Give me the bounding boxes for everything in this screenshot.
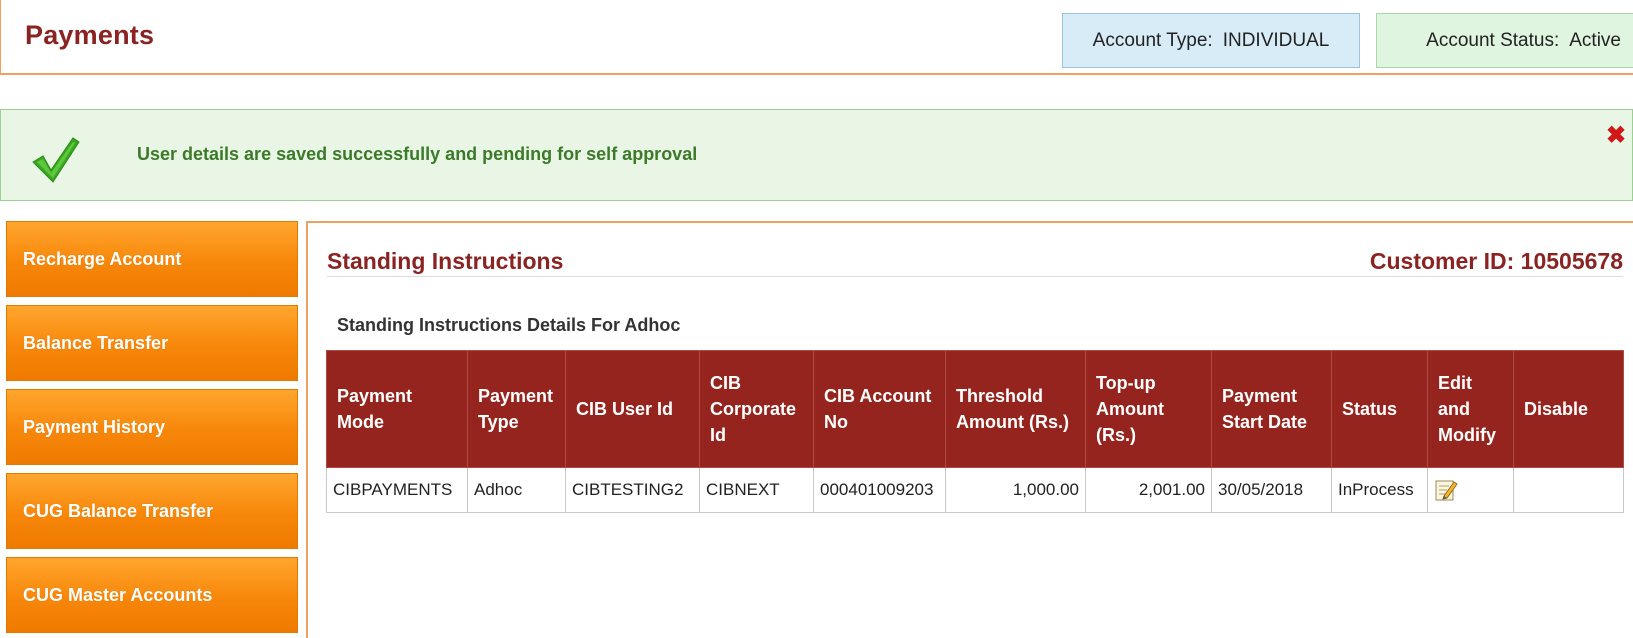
cell-payment-type: Adhoc bbox=[467, 467, 566, 513]
sidebar-item-cug-balance-transfer[interactable]: CUG Balance Transfer bbox=[6, 473, 298, 549]
header-disable: Disable bbox=[1513, 350, 1624, 468]
divider bbox=[327, 276, 1623, 277]
cell-cib-account-no: 000401009203 bbox=[813, 467, 946, 513]
header-payment-type: Payment Type bbox=[467, 350, 566, 468]
success-alert: User details are saved successfully and … bbox=[0, 109, 1633, 201]
checkmark-icon bbox=[32, 137, 80, 183]
header-status: Status bbox=[1331, 350, 1428, 468]
edit-icon[interactable] bbox=[1434, 478, 1458, 502]
sidebar-item-balance-transfer[interactable]: Balance Transfer bbox=[6, 305, 298, 381]
sidebar-item-cug-master-accounts[interactable]: CUG Master Accounts bbox=[6, 557, 298, 633]
table-caption: Standing Instructions Details For Adhoc bbox=[337, 315, 681, 335]
cell-payment-start-date: 30/05/2018 bbox=[1211, 467, 1332, 513]
account-type-badge: Account Type: INDIVIDUAL bbox=[1062, 13, 1360, 68]
sidebar-item-payment-history[interactable]: Payment History bbox=[6, 389, 298, 465]
header-cib-corporate-id: CIB Corporate Id bbox=[699, 350, 814, 468]
header-cib-account-no: CIB Account No bbox=[813, 350, 946, 468]
cell-threshold-amount: 1,000.00 bbox=[945, 467, 1086, 513]
header-threshold-amount: Threshold Amount (Rs.) bbox=[945, 350, 1086, 468]
account-type-value: INDIVIDUAL bbox=[1222, 29, 1330, 51]
page-header: Payments Account Type: INDIVIDUAL Accoun… bbox=[0, 0, 1633, 75]
header-payment-mode: Payment Mode bbox=[326, 350, 468, 468]
cell-topup-amount: 2,001.00 bbox=[1085, 467, 1212, 513]
section-title: Standing Instructions bbox=[327, 248, 564, 274]
cell-edit-modify bbox=[1427, 467, 1514, 513]
close-icon[interactable]: ✖ bbox=[1606, 124, 1626, 148]
account-status-badge: Account Status: Active bbox=[1376, 13, 1633, 68]
header-payment-start-date: Payment Start Date bbox=[1211, 350, 1332, 468]
cell-cib-corporate-id: CIBNEXT bbox=[699, 467, 814, 513]
header-cib-user-id: CIB User Id bbox=[565, 350, 700, 468]
account-type-label: Account Type: bbox=[1092, 29, 1213, 51]
cell-status: InProcess bbox=[1331, 467, 1428, 513]
page-title: Payments bbox=[25, 20, 155, 50]
cell-disable bbox=[1513, 467, 1624, 513]
sidebar-item-recharge-account[interactable]: Recharge Account bbox=[6, 221, 298, 297]
cell-cib-user-id: CIBTESTING2 bbox=[565, 467, 700, 513]
cell-payment-mode: CIBPAYMENTS bbox=[326, 467, 468, 513]
table-row: CIBPAYMENTS Adhoc CIBTESTING2 CIBNEXT 00… bbox=[326, 467, 1624, 513]
customer-id: Customer ID: 10505678 bbox=[1369, 248, 1623, 274]
header-topup-amount: Top-up Amount (Rs.) bbox=[1085, 350, 1212, 468]
table-header-row: Payment Mode Payment Type CIB User Id CI… bbox=[326, 350, 1624, 468]
standing-instructions-table: Payment Mode Payment Type CIB User Id CI… bbox=[326, 350, 1624, 513]
account-status-value: Active bbox=[1569, 29, 1621, 51]
header-edit-modify: Edit and Modify bbox=[1427, 350, 1514, 468]
account-status-label: Account Status: bbox=[1426, 29, 1560, 51]
alert-message: User details are saved successfully and … bbox=[137, 144, 698, 164]
